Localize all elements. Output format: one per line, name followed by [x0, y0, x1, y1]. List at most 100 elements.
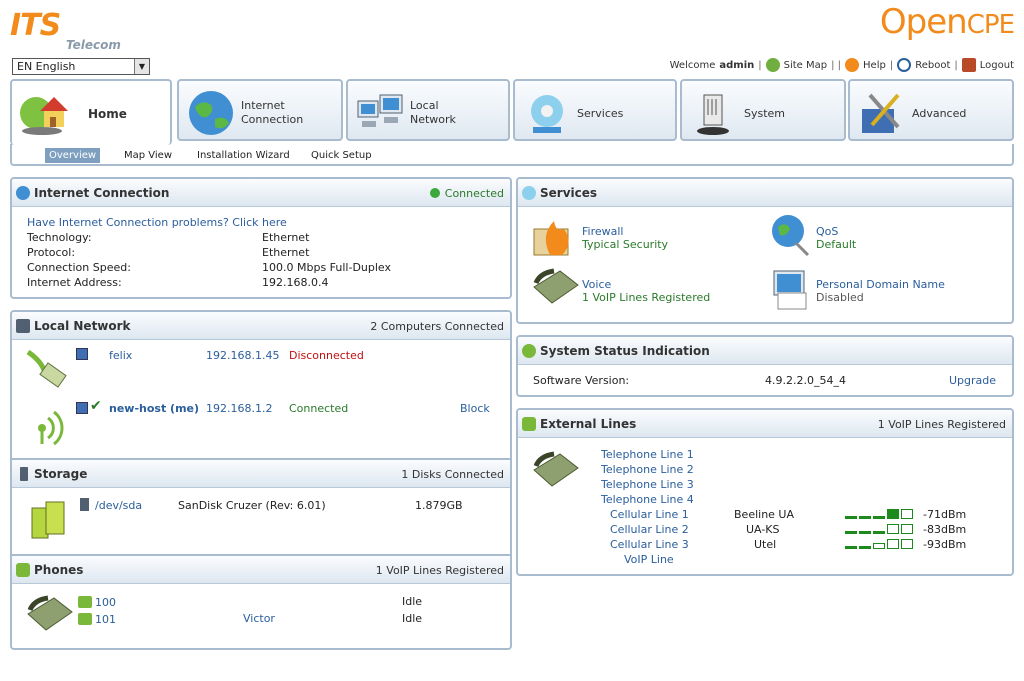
voice-phone-icon	[533, 268, 579, 304]
internet-panel-title[interactable]: Internet Connection	[34, 186, 169, 200]
tools-icon	[862, 93, 900, 133]
subtab-quick-setup[interactable]: Quick Setup	[307, 148, 376, 163]
host-newhost-status: Connected	[289, 402, 349, 415]
signal-bar	[887, 539, 899, 549]
tab-advanced[interactable]: Advanced	[848, 79, 1014, 141]
telephone-line-4[interactable]: Telephone Line 4	[601, 493, 694, 507]
tab-home-label: Home	[88, 107, 127, 121]
cellular-2-signal: -83dBm	[923, 523, 967, 536]
host-felix-name[interactable]: felix	[109, 349, 132, 363]
external-lines-panel: External Lines 1 VoIP Lines Registered T…	[516, 408, 1014, 576]
services-icon	[522, 186, 536, 200]
house-icon	[20, 97, 68, 135]
usb-drive-icon	[80, 498, 89, 511]
signal-bars-3	[845, 539, 913, 549]
signal-bar	[901, 524, 913, 534]
software-version-label: Software Version:	[533, 374, 630, 387]
tab-home[interactable]: Home	[10, 79, 172, 145]
signal-bar	[845, 516, 857, 519]
globe-icon	[16, 186, 30, 200]
tab-local-line2: Network	[410, 113, 456, 126]
status-dot-icon	[429, 188, 440, 198]
tab-services[interactable]: Services	[513, 79, 677, 141]
voice-status: 1 VoIP Lines Registered	[582, 291, 711, 304]
host-felix-ip[interactable]: 192.168.1.45	[206, 349, 279, 363]
logout-icon	[961, 58, 976, 72]
logo-open-text: Open	[879, 2, 968, 42]
qos-link[interactable]: QoS	[816, 225, 838, 239]
system-status-panel: System Status Indication Software Versio…	[516, 335, 1014, 397]
phone-line-101[interactable]: 101	[95, 613, 116, 627]
telephone-line-2[interactable]: Telephone Line 2	[601, 463, 694, 477]
ethernet-cable-icon	[26, 349, 67, 388]
reboot-link[interactable]: Reboot	[915, 60, 950, 71]
voip-line[interactable]: VoIP Line	[624, 553, 674, 567]
signal-bars-1	[845, 509, 913, 519]
signal-bar	[887, 509, 899, 519]
phone-101-name[interactable]: Victor	[243, 612, 275, 626]
wifi-icon	[38, 410, 64, 446]
tab-system-label: System	[744, 107, 786, 120]
host-newhost-name[interactable]: new-host (me)	[109, 402, 199, 416]
chevron-down-icon[interactable]: ▼	[134, 59, 149, 74]
tab-system[interactable]: System	[680, 79, 846, 141]
cellular-line-3[interactable]: Cellular Line 3	[610, 538, 689, 552]
services-title[interactable]: Services	[540, 186, 597, 200]
storage-device-link[interactable]: /dev/sda	[95, 499, 142, 513]
local-network-count: 2 Computers Connected	[370, 320, 504, 333]
help-link[interactable]: Help	[863, 60, 886, 71]
tab-internet-line2: Connection	[241, 113, 304, 126]
services-panel: Services Firewall Typical Security QoS D…	[516, 177, 1014, 324]
external-lines-title[interactable]: External Lines	[540, 417, 636, 431]
domain-name-status: Disabled	[816, 291, 864, 304]
cellular-line-1[interactable]: Cellular Line 1	[610, 508, 689, 522]
block-link[interactable]: Block	[460, 402, 490, 416]
signal-bar	[845, 546, 857, 549]
voice-link[interactable]: Voice	[582, 278, 611, 292]
phone-line-100[interactable]: 100	[95, 596, 116, 610]
its-telecom-logo: ITS Telecom	[10, 8, 140, 54]
power-icon	[897, 58, 912, 72]
logout-link[interactable]: Logout	[980, 60, 1014, 71]
tab-internet-connection[interactable]: Internet Connection	[177, 79, 343, 141]
subtab-overview[interactable]: Overview	[45, 148, 101, 163]
internet-problems-link[interactable]: Have Internet Connection problems? Click…	[27, 216, 287, 230]
tab-services-label: Services	[577, 107, 624, 120]
tab-local-network[interactable]: Local Network	[346, 79, 510, 141]
services-header: Services	[518, 179, 1012, 207]
desk-phone-icon	[533, 451, 579, 487]
storage-count: 1 Disks Connected	[401, 468, 504, 481]
sitemap-link[interactable]: Site Map	[784, 60, 827, 71]
tab-internet-label: Internet Connection	[241, 99, 303, 127]
phones-title[interactable]: Phones	[34, 563, 83, 577]
host-newhost-ip[interactable]: 192.168.1.2	[206, 402, 272, 416]
main-tabs: Home Internet Connection Local Network Ser…	[10, 79, 1014, 145]
system-status-title[interactable]: System Status Indication	[540, 344, 710, 358]
storage-icon	[20, 467, 28, 481]
tab-local-line1: Local	[410, 99, 439, 112]
phone-icon	[522, 417, 536, 431]
telephone-line-3[interactable]: Telephone Line 3	[601, 478, 694, 492]
router-icon	[697, 94, 729, 135]
telephone-line-1[interactable]: Telephone Line 1	[601, 448, 694, 462]
local-network-title[interactable]: Local Network	[34, 319, 131, 333]
tab-advanced-label: Advanced	[912, 107, 967, 120]
subtab-map-view[interactable]: Map View	[120, 148, 176, 163]
subtab-installation-wizard[interactable]: Installation Wizard	[193, 148, 294, 163]
storage-title[interactable]: Storage	[34, 467, 87, 481]
speed-label: Connection Speed:	[27, 261, 131, 274]
language-select[interactable]: EN English ▼	[12, 58, 150, 75]
disk-icon	[31, 501, 65, 539]
globe-icon	[189, 91, 233, 135]
firewall-link[interactable]: Firewall	[582, 225, 623, 239]
phone-101-state: Idle	[402, 612, 423, 625]
technology-value: Ethernet	[262, 231, 310, 244]
signal-bar	[859, 546, 871, 549]
logo-its-text: ITS	[10, 8, 61, 43]
upgrade-link[interactable]: Upgrade	[949, 374, 996, 388]
signal-bar	[873, 543, 885, 549]
domain-name-link[interactable]: Personal Domain Name	[816, 278, 945, 292]
desk-phone-icon	[27, 595, 73, 631]
status-icon	[522, 344, 536, 358]
cellular-line-2[interactable]: Cellular Line 2	[610, 523, 689, 537]
